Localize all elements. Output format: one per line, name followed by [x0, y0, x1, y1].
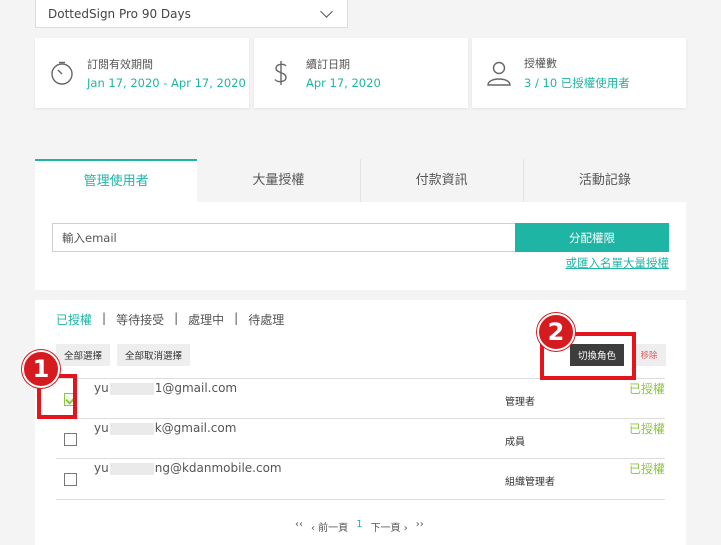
next-page-link[interactable]: 下一頁 ›: [371, 519, 408, 534]
plan-select-value: DottedSign Pro 90 Days: [48, 6, 191, 21]
redacted-block: [109, 462, 154, 475]
card-value: Jan 17, 2020 - Apr 17, 2020: [87, 76, 246, 90]
plan-select[interactable]: DottedSign Pro 90 Days: [35, 0, 348, 28]
timer-icon: [47, 58, 77, 88]
filter-pending[interactable]: 等待接受: [116, 311, 164, 328]
user-role: 管理者: [505, 397, 535, 408]
prev-page-link[interactable]: ‹ 前一頁: [311, 519, 348, 534]
deselect-all-button[interactable]: 全部取消選擇: [117, 344, 191, 366]
card-label: 續訂日期: [306, 58, 350, 71]
remove-button[interactable]: 移除: [632, 344, 666, 366]
row-checkbox[interactable]: [64, 433, 77, 446]
tab-activity-log[interactable]: 活動記錄: [524, 159, 686, 202]
status-filters: 已授權 | 等待接受 | 處理中 | 待處理: [56, 311, 284, 328]
filter-processing[interactable]: 處理中: [188, 311, 224, 328]
chevron-down-icon: [320, 4, 333, 18]
filter-separator: |: [102, 311, 107, 325]
filter-separator: |: [234, 311, 239, 325]
user-role: 組織管理者: [505, 477, 555, 488]
redacted-block: [109, 422, 154, 435]
user-icon: [484, 58, 514, 88]
redacted-block: [109, 382, 154, 395]
user-email: yu k@gmail.com: [94, 421, 237, 435]
table-row: yu ng@kdanmobile.com 組織管理者 已授權: [56, 458, 665, 498]
assign-permission-button[interactable]: 分配權限: [515, 223, 669, 252]
row-checkbox[interactable]: [64, 473, 77, 486]
tab-payment-info[interactable]: 付款資訊: [361, 159, 524, 202]
user-email: yu ng@kdanmobile.com: [94, 461, 282, 475]
tab-manage-users[interactable]: 管理使用者: [35, 159, 198, 202]
current-page: 1: [356, 519, 363, 530]
annotation-badge-1: 1: [22, 350, 60, 388]
manage-users-panel: 管理使用者 大量授權 付款資訊 活動記錄 分配權限 或匯入名單大量授權: [35, 159, 686, 290]
user-email: yu 1@gmail.com: [94, 381, 238, 395]
annotation-badge-2: 2: [537, 313, 575, 351]
table-row: yu 1@gmail.com 管理者 已授權: [56, 378, 665, 418]
filter-separator: |: [174, 311, 179, 325]
card-value: Apr 17, 2020: [306, 76, 381, 90]
status-badge: 已授權: [628, 462, 665, 476]
tab-bulk-license[interactable]: 大量授權: [197, 159, 361, 202]
card-value: 3 / 10 已授權使用者: [524, 76, 630, 90]
card-label: 訂閱有效期間: [87, 58, 153, 71]
import-list-link[interactable]: 或匯入名單大量授權: [566, 255, 670, 271]
first-page-link[interactable]: ‹‹: [295, 519, 303, 534]
pagination: ‹‹ ‹ 前一頁 1 下一頁 › ››: [295, 519, 424, 534]
status-badge: 已授權: [628, 382, 665, 396]
divider: [56, 499, 665, 500]
user-role: 成員: [505, 437, 525, 448]
dollar-icon: [266, 58, 296, 88]
tab-bar: 管理使用者 大量授權 付款資訊 活動記錄: [35, 159, 686, 202]
status-badge: 已授權: [628, 422, 665, 436]
select-all-button[interactable]: 全部選擇: [56, 344, 111, 366]
filter-authorized[interactable]: 已授權: [56, 311, 92, 328]
card-label: 授權數: [524, 57, 557, 70]
license-count-card: 授權數 3 / 10 已授權使用者: [472, 38, 686, 108]
renewal-date-card: 續訂日期 Apr 17, 2020: [254, 38, 468, 108]
subscription-period-card: 訂閱有效期間 Jan 17, 2020 - Apr 17, 2020: [35, 38, 249, 108]
table-row: yu k@gmail.com 成員 已授權: [56, 418, 665, 458]
assign-row: 分配權限: [52, 223, 669, 252]
filter-to-process[interactable]: 待處理: [248, 311, 284, 328]
last-page-link[interactable]: ››: [416, 519, 424, 534]
email-input[interactable]: [52, 223, 515, 252]
